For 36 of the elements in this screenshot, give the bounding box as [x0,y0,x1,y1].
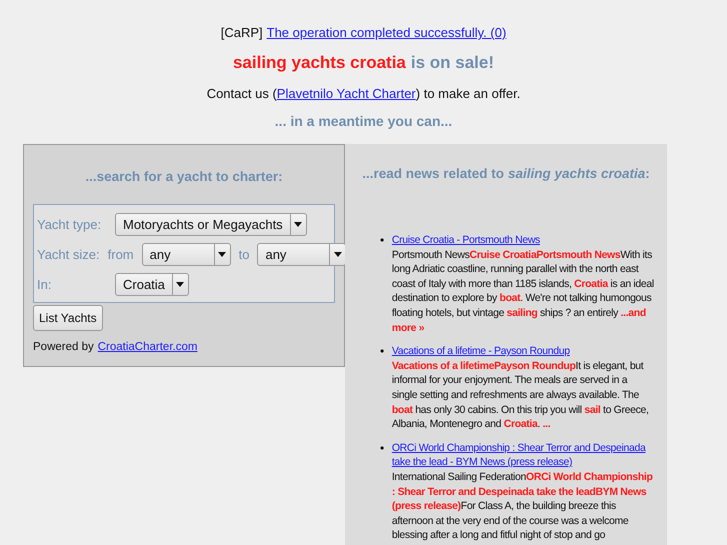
powered-link[interactable]: CroatiaCharter.com [98,341,198,353]
dropdown[interactable]: Croatia [115,272,189,296]
news-snippet: Vacations of a lifetimePayson RoundupIt is elegant, but informal for your enjoyment. The meals are served in a single setting and refreshments are always available. The boat has only 30 cabins. On this trip you will sail to Greece, Albania, Montenegro and Croatia. ... [392,358,650,432]
dropdown[interactable]: any [257,242,346,266]
caret-icon [294,222,302,226]
panel-title: ...read news related to [362,166,504,181]
field-label: Yacht size: [37,246,100,262]
powered-by-text: Powered by [33,341,94,353]
bullet: • [380,344,384,360]
dropdown[interactable]: Motoryachts or Megayachts [115,212,307,236]
panel-title: ...search for a yacht to charter: [84,169,284,184]
caret-icon [176,282,184,286]
news-headline-link[interactable]: Cruise Croatia - Portsmouth News [392,233,655,248]
sale-headline: is on sale! [410,53,494,73]
field-label: Yacht type: [37,216,102,232]
subheading: ... in a meantime you can... [274,113,454,129]
field-label: to [238,246,250,262]
panel-topic: sailing yachts croatia [508,166,646,181]
charter-link[interactable]: Plavetnilo Yacht Charter [276,86,416,101]
caret-icon [334,252,342,256]
field-label: In: [37,276,52,292]
contact-sentence: Contact us (Plavetnilo Yacht Charter) to make an offer. [206,86,522,101]
caret-icon [218,252,226,256]
bullet: • [380,233,384,249]
status-link[interactable]: The operation completed successfully. (0) [266,25,506,40]
source-tag: [CaRP] [220,25,263,40]
news-headline-link[interactable]: Vacations of a lifetime - Payson Roundup [392,344,655,359]
bullet: • [380,440,384,457]
news-headline-link[interactable]: ORCi World Championship : Shear Terror and Despeinada take the lead - BYM News (press release) [392,440,655,470]
news-snippet: Portsmouth NewsCruise CroatiaPortsmouth NewsWith its long Adriatic coastline, running parallel with the north east coast of Italy with more than 1185 islands, Croatia is an ideal destination to explore by boat. We're not talking humongous floating hotels, but vintage sailing ships ? an entirely ...and more » [392,248,655,336]
news-snippet: International Sailing FederationORCi World Championship : Shear Terror and Despeinada take the leadBYM News (press release)For Class A, the building breeze this afternoon at the very end of the course was a welcome blessing after a long and fitful night of stop and go [392,470,654,543]
dropdown[interactable]: any [142,242,231,266]
domain-name: sailing yachts croatia [232,53,406,73]
panel-title-colon: : [645,166,650,181]
list-yachts-button[interactable]: List Yachts [33,305,103,331]
field-label: from [108,246,134,262]
